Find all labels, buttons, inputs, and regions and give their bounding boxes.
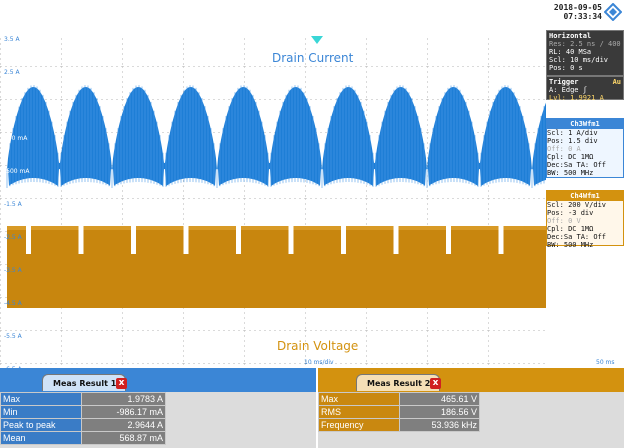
table-row: Max 465.61 V [318,392,480,406]
y-axis-label: 1.5 A [4,102,20,109]
y-axis-label: -1.5 A [4,201,23,208]
drain-voltage-notch [341,226,346,254]
horizontal-record-length: RL: 40 MSa [549,48,592,56]
channel-3-panel[interactable]: Ch3Wfm1 Scl: 1 A/div Pos: 1.5 div Off: 0… [546,118,624,178]
y-axis-label: -4.5 A [4,300,23,307]
horizontal-scale: Scl: 10 ms/div [549,56,609,64]
result-label: Peak to peak [0,418,82,432]
channel-3-offset: Off: 0 A [547,145,581,153]
y-axis-label: 500 mA [4,135,28,142]
y-axis-label: -500 mA [4,168,30,175]
channel-4-bandwidth: BW: 500 MHz [547,241,594,249]
result-label: Max [0,392,82,406]
trigger-panel[interactable]: Trigger Au A: Edge ʃ Lvl: 1.9921 A [546,76,624,102]
drain-voltage-notch [183,226,189,254]
result-label: Mean [0,431,82,445]
result-label: Frequency [318,418,400,432]
trigger-title-row: Trigger Au [549,78,621,86]
drain-voltage-notch [78,226,84,254]
drain-voltage-notch [498,226,504,254]
horizontal-position: Pos: 0 s [549,64,583,72]
time-text: 07:33:34 [563,12,602,21]
table-row: Max 1.9783 A [0,392,166,406]
result-value: 465.61 V [399,392,480,406]
lower-waveform-label: Drain Voltage [277,339,358,353]
channel-3-scale: Scl: 1 A/div [547,129,598,137]
meas-result-2-tab[interactable]: Meas Result 2 x [356,374,441,391]
table-row: RMS 186.56 V [318,405,480,419]
meas-result-1-panel: Meas Result 1 x Max 1.9783 A Min -986.17 m… [0,368,316,448]
channel-3-decimation: Dec:Sa TA: Off [547,161,607,169]
y-axis-label: 3.5 A [4,36,20,43]
horizontal-panel[interactable]: Horizontal Res: 2.5 ns / 400 MSa RL: 40 … [546,30,624,76]
channel-4-position: Pos: -3 div [547,209,594,217]
meas-result-2-title: Meas Result 2 [367,379,431,388]
channel-3-title: Ch3Wfm1 [547,119,623,129]
y-axis-label: 2.5 A [4,69,20,76]
right-time-label: 50 ms [596,359,615,366]
result-value: 186.56 V [399,405,480,419]
channel-4-scale: Scl: 200 V/div [547,201,607,209]
channel-4-title: Ch4Wfm1 [547,191,623,201]
upper-waveform-label: Drain Current [272,51,354,65]
table-row: Mean 568.87 mA [0,431,166,445]
drain-voltage-notch [236,226,241,254]
result-label: RMS [318,405,400,419]
meas-result-1-tab[interactable]: Meas Result 1 x [42,374,127,391]
result-value: 568.87 mA [81,431,166,445]
table-row: Peak to peak 2.9644 A [0,418,166,432]
drain-voltage-band [7,228,546,308]
result-value: 53.936 kHz [399,418,480,432]
trigger-level: Lvl: 1.9921 A [549,94,604,102]
date-time-display: 2018-09-05 07:33:34 [550,3,602,21]
y-axis-label: -2.5 A [4,234,23,241]
y-axis-label: -3.5 A [4,267,23,274]
channel-4-panel[interactable]: Ch4Wfm1 Scl: 200 V/div Pos: -3 div Off: … [546,190,624,249]
timebase-label: 10 ms/div [304,359,334,366]
date-text: 2018-09-05 [553,3,602,12]
result-value: 1.9783 A [81,392,166,406]
drain-voltage-notch [131,226,136,254]
close-icon[interactable]: x [116,378,127,389]
drain-voltage-notch [446,226,451,254]
table-row: Frequency 53.936 kHz [318,418,480,432]
drain-voltage-top-edge [7,226,546,230]
rohde-schwarz-diamond-icon [604,3,622,21]
meas-result-1-table: Max 1.9783 A Min -986.17 mA Peak to peak 2.… [0,392,166,445]
result-label: Min [0,405,82,419]
result-label: Max [318,392,400,406]
drain-voltage-notch [288,226,294,254]
channel-4-offset: Off: 0 V [547,217,581,225]
channel-4-decimation: Dec:Sa TA: Off [547,233,607,241]
meas-result-1-title: Meas Result 1 [53,379,117,388]
meas-result-2-table: Max 465.61 V RMS 186.56 V Frequency 53.936 … [318,392,480,432]
drain-voltage-trace [7,226,546,308]
meas-result-2-panel: Meas Result 2 x Max 465.61 V RMS 186.56 V … [318,368,624,448]
close-icon[interactable]: x [430,378,441,389]
channel-3-bandwidth: BW: 500 MHz [547,169,594,177]
channel-3-position: Pos: 1.5 div [547,137,598,145]
channel-4-coupling: Cpl: DC 1MΩ [547,225,594,233]
trigger-title: Trigger [549,78,579,86]
trigger-source: A: Edge ʃ [549,86,587,94]
channel-3-coupling: Cpl: DC 1MΩ [547,153,594,161]
table-row: Min -986.17 mA [0,405,166,419]
horizontal-title: Horizontal [549,32,592,40]
result-value: 2.9644 A [81,418,166,432]
trigger-mode: Au [612,78,621,86]
drain-voltage-notch [26,226,31,254]
y-axis-label: -5.5 A [4,333,23,340]
drain-voltage-notch [393,226,399,254]
horizontal-resolution: Res: 2.5 ns / 400 MSa [549,40,621,48]
result-value: -986.17 mA [81,405,166,419]
